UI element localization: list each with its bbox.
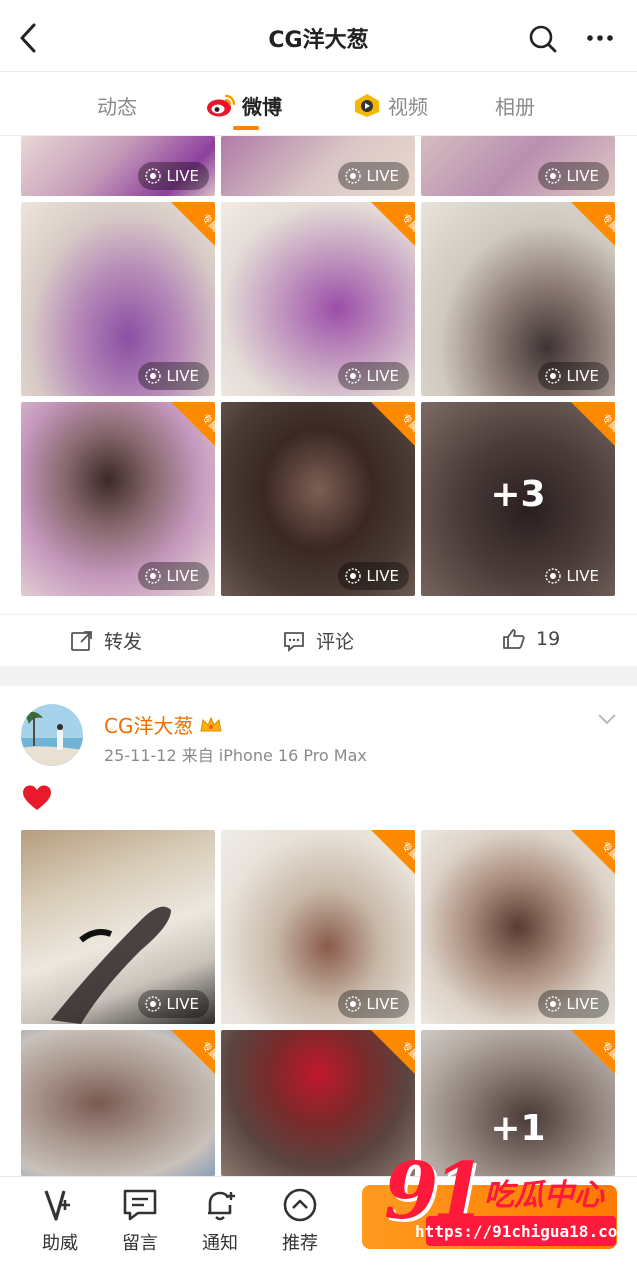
grid-image[interactable]: 专属 [21,1030,215,1176]
heart-emoji-icon [23,785,51,810]
live-badge: LIVE [538,990,609,1018]
live-badge: LIVE [138,162,209,190]
exclusive-ribbon-icon: 专属 [571,202,615,246]
like-button[interactable]: 19 [502,627,560,651]
live-badge: LIVE [138,362,209,390]
grid-image[interactable]: LIVE [421,136,615,196]
grid-image[interactable]: 专属 LIVE [21,402,215,596]
live-badge: LIVE [338,562,409,590]
live-photo-icon [545,368,562,384]
exclusive-ribbon-icon: 专属 [371,202,415,246]
grid-image[interactable]: 专属 LIVE [221,830,415,1024]
more-images-count: +3 [490,474,546,515]
watermark-url: https://91chigua18.com [415,1216,627,1246]
live-badge: LIVE [338,362,409,390]
watermark-logo: 91 吃瓜中心 https://91chigua18.com [378,1140,628,1260]
message-button[interactable]: 留言 [110,1187,170,1255]
active-tab-indicator [233,126,259,130]
exclusive-ribbon-icon: 专属 [571,830,615,874]
video-icon [355,94,379,117]
grid-image[interactable]: LIVE [21,830,215,1024]
top-bar: CG洋大葱 [0,0,637,72]
post1-image-grid: LIVE LIVE LIVE 专属 LIVE 专属 LIVE 专属 LIVE 专… [21,136,615,596]
live-photo-icon [145,368,162,384]
avatar-image [21,704,83,766]
post-meta: 25-11-12 来自 iPhone 16 Pro Max [104,746,367,765]
grid-image[interactable]: LIVE [221,136,415,196]
live-photo-icon [345,368,362,384]
grid-image[interactable]: 专属 LIVE [221,202,415,396]
avatar[interactable] [21,704,83,766]
profile-tabs: 动态 微博 视频 相册 [0,72,637,136]
live-photo-icon [145,568,162,584]
weibo-logo-icon [207,94,236,117]
thumbs-up-icon [503,629,525,649]
grid-image[interactable]: 专属 LIVE [221,402,415,596]
live-photo-icon [345,568,362,584]
live-badge: LIVE [338,162,409,190]
tab-video[interactable]: 视频 [352,90,428,120]
cheer-button[interactable]: 助威 [30,1187,90,1255]
grid-image[interactable]: 专属 LIVE [421,830,615,1024]
post-action-bar: 转发 评论 19 [0,614,637,666]
live-photo-icon [345,168,362,184]
tab-dynamic[interactable]: 动态 [97,90,137,120]
chevron-down-icon[interactable] [596,708,618,730]
live-badge: LIVE [538,162,609,190]
live-photo-icon [145,996,162,1012]
post2-image-grid: LIVE 专属 LIVE 专属 LIVE 专属 专属 专属 +1 [21,830,615,1176]
live-badge: LIVE [538,362,609,390]
exclusive-ribbon-icon: 专属 [171,402,215,446]
grid-image-more[interactable]: 专属 +3 LIVE [421,402,615,596]
vip-crown-icon [200,716,223,731]
exclusive-ribbon-icon: 专属 [171,202,215,246]
exclusive-ribbon-icon: 专属 [571,402,615,446]
comment-icon [284,631,304,652]
tab-album[interactable]: 相册 [495,90,535,120]
repost-icon [71,630,92,651]
live-badge: LIVE [338,990,409,1018]
more-options-icon[interactable] [584,22,616,54]
live-photo-icon [545,996,562,1012]
live-badge: LIVE [538,562,609,590]
exclusive-ribbon-icon: 专属 [371,1030,415,1074]
live-photo-icon [545,168,562,184]
cheer-v-icon [44,1190,70,1221]
exclusive-ribbon-icon: 专属 [371,830,415,874]
search-icon[interactable] [526,22,560,56]
live-badge: LIVE [138,990,209,1018]
notify-button[interactable]: 通知 [190,1187,250,1255]
live-photo-icon [345,996,362,1012]
exclusive-ribbon-icon: 专属 [171,1030,215,1074]
grid-image[interactable]: 专属 LIVE [21,202,215,396]
grid-image[interactable]: LIVE [21,136,215,196]
exclusive-ribbon-icon: 专属 [571,1030,615,1074]
watermark-name: 吃瓜中心 [484,1178,604,1213]
recommend-circle-icon [283,1188,317,1222]
exclusive-ribbon-icon: 专属 [371,402,415,446]
post-separator [0,666,637,686]
tab-weibo[interactable]: 微博 [206,90,282,120]
comment-button[interactable]: 评论 [282,627,354,654]
message-icon [123,1189,157,1221]
live-badge: LIVE [138,562,209,590]
post-author[interactable]: CG洋大葱 [104,710,223,739]
bell-plus-icon [208,1191,235,1221]
grid-image[interactable]: 专属 LIVE [421,202,615,396]
repost-button[interactable]: 转发 [70,627,142,654]
recommend-button[interactable]: 推荐 [270,1187,330,1255]
live-photo-icon [545,568,562,584]
live-photo-icon [145,168,162,184]
